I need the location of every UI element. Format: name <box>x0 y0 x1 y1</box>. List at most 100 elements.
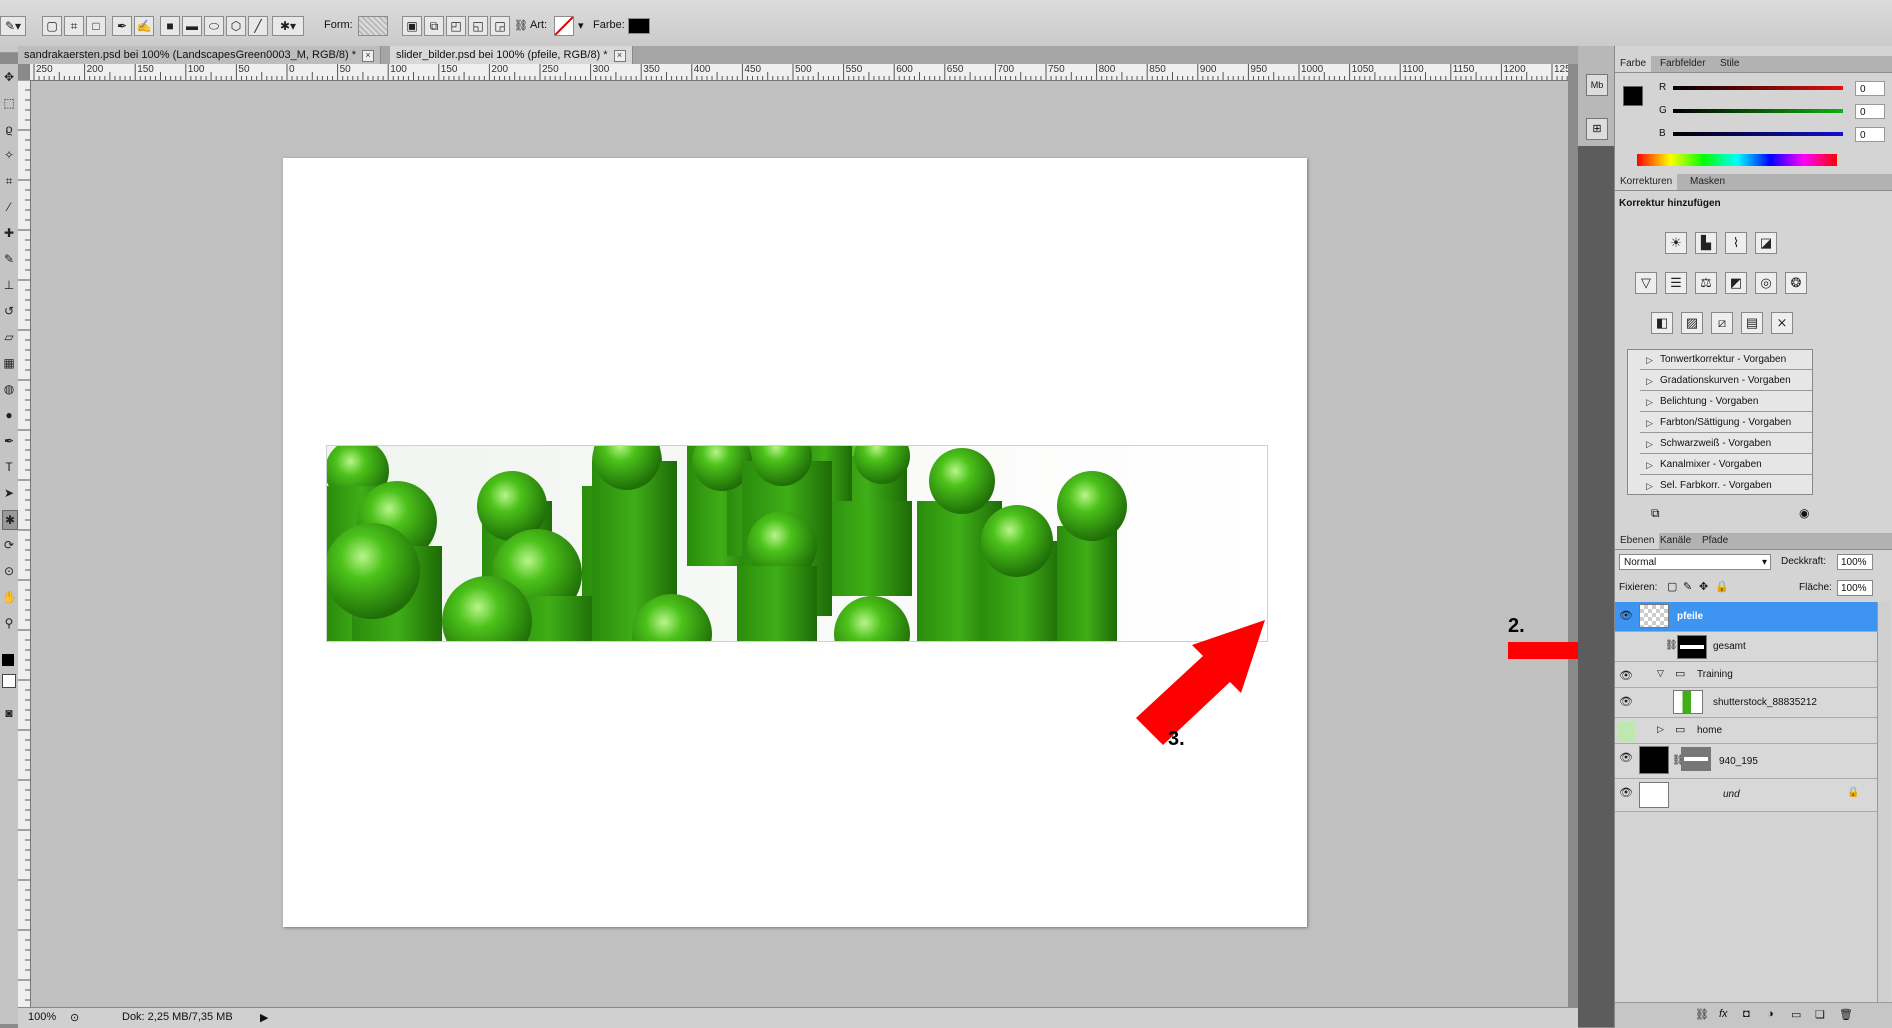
expand-icon[interactable]: ▷ <box>1646 476 1653 494</box>
eye-icon[interactable]: 👁 <box>1617 606 1635 626</box>
eye-icon[interactable] <box>1617 636 1635 656</box>
eye-icon[interactable]: 👁 <box>1617 666 1635 686</box>
expand-icon[interactable]: ▷ <box>1646 392 1653 412</box>
levels-icon[interactable]: ▙ <box>1695 232 1717 254</box>
ellipse-icon[interactable]: ⬭ <box>204 16 224 36</box>
tab-farbe[interactable]: Farbe <box>1615 56 1652 72</box>
expand-icon[interactable]: ▷ <box>1646 350 1653 370</box>
combine-new-icon[interactable]: ▣ <box>402 16 422 36</box>
expand-icon[interactable]: ▷ <box>1646 371 1653 391</box>
preset-item[interactable]: ▷ Kanalmixer - Vorgaben <box>1640 455 1812 475</box>
posterize-icon[interactable]: ▨ <box>1681 312 1703 334</box>
exposure-icon[interactable]: ◪ <box>1755 232 1777 254</box>
curves-icon[interactable]: ⌇ <box>1725 232 1747 254</box>
channel-r-slider[interactable] <box>1673 86 1843 90</box>
close-icon[interactable]: × <box>613 50 626 62</box>
type-tool-icon[interactable]: T <box>2 458 16 476</box>
expand-icon[interactable]: ▷ <box>1646 455 1653 475</box>
lock-position-icon[interactable]: ✥ <box>1699 580 1708 593</box>
lock-pixels-icon[interactable]: ✎ <box>1683 580 1692 593</box>
magic-wand-tool-icon[interactable]: ✧ <box>2 146 16 164</box>
channel-r-value[interactable]: 0 <box>1855 81 1885 96</box>
invert-icon[interactable]: ◧ <box>1651 312 1673 334</box>
dodge-tool-icon[interactable]: ● <box>2 406 16 424</box>
zoom-level[interactable]: 100% <box>28 1011 56 1023</box>
tab-masken[interactable]: Masken <box>1685 174 1730 190</box>
tab-stile[interactable]: Stile <box>1715 56 1744 72</box>
visibility-toggle-icon[interactable]: ◉ <box>1799 506 1809 520</box>
tab-korrekturen[interactable]: Korrekturen <box>1615 174 1678 190</box>
add-mask-icon[interactable]: ◘ <box>1743 1008 1750 1020</box>
lock-all-icon[interactable]: 🔒 <box>1715 580 1729 593</box>
history-icon[interactable]: ⊞ <box>1586 118 1608 140</box>
3d-rotate-tool-icon[interactable]: ⟳ <box>2 536 16 554</box>
lasso-tool-icon[interactable]: ϱ <box>2 120 16 138</box>
healing-tool-icon[interactable]: ✚ <box>2 224 16 242</box>
color-spectrum-bar[interactable] <box>1637 154 1837 166</box>
new-layer-icon[interactable]: ❏ <box>1815 1008 1825 1021</box>
hue-saturation-icon[interactable]: ☰ <box>1665 272 1687 294</box>
layer-row[interactable]: ⛓ gesamt <box>1615 632 1877 662</box>
eye-icon[interactable] <box>1617 722 1635 742</box>
link-icon[interactable]: ⛓ <box>514 19 528 32</box>
expand-icon[interactable]: ▷ <box>1646 434 1653 454</box>
history-brush-tool-icon[interactable]: ↺ <box>2 302 16 320</box>
preset-item[interactable]: ▷ Farbton/Sättigung - Vorgaben <box>1640 413 1812 433</box>
doc-tab-sandrakaersten[interactable]: sandrakaersten.psd bei 100% (LandscapesG… <box>18 46 382 64</box>
stamp-tool-icon[interactable]: ⊥ <box>2 276 16 294</box>
gradient-map-icon[interactable]: ▤ <box>1741 312 1763 334</box>
tab-kanaele[interactable]: Kanäle <box>1655 533 1696 549</box>
photo-filter-icon[interactable]: ◎ <box>1755 272 1777 294</box>
pen-icon[interactable]: ✒ <box>112 16 132 36</box>
shape-tool-icon[interactable]: ✱ <box>2 510 18 530</box>
vibrance-icon[interactable]: ▽ <box>1635 272 1657 294</box>
channel-b-value[interactable]: 0 <box>1855 127 1885 142</box>
threshold-icon[interactable]: ⧄ <box>1711 312 1733 334</box>
form-picker[interactable] <box>358 16 388 36</box>
tab-pfade[interactable]: Pfade <box>1697 533 1733 549</box>
channel-mixer-icon[interactable]: ❂ <box>1785 272 1807 294</box>
foreground-swatch[interactable] <box>1623 86 1643 106</box>
channel-g-value[interactable]: 0 <box>1855 104 1885 119</box>
pen-tool-icon[interactable]: ✒ <box>2 432 16 450</box>
preset-item[interactable]: ▷ Belichtung - Vorgaben <box>1640 392 1812 412</box>
preset-item[interactable]: ▷ Tonwertkorrektur - Vorgaben <box>1640 350 1812 370</box>
chain-link-icon[interactable]: ⛓ <box>1665 640 1678 651</box>
layer-row[interactable]: ▷ ▭ home <box>1615 718 1877 744</box>
layer-row[interactable]: 👁 ⛓ 940_195 <box>1615 744 1877 779</box>
shape-layers-icon[interactable]: ▢ <box>42 16 62 36</box>
tab-farbfelder[interactable]: Farbfelder <box>1655 56 1711 72</box>
layers-scrollbar[interactable] <box>1877 602 1890 1002</box>
close-icon[interactable]: × <box>362 50 375 62</box>
style-picker[interactable] <box>554 16 574 36</box>
expand-icon[interactable]: ▷ <box>1646 413 1653 433</box>
path-select-tool-icon[interactable]: ➤ <box>2 484 16 502</box>
status-icon[interactable]: ⊙ <box>70 1011 79 1024</box>
doc-tab-slider-bilder[interactable]: slider_bilder.psd bei 100% (pfeile, RGB/… <box>390 46 633 64</box>
blend-mode-select[interactable]: Normal ▾ <box>1619 554 1771 570</box>
eyedropper-tool-icon[interactable]: ⁄ <box>2 198 16 216</box>
preset-item[interactable]: ▷ Sel. Farbkorr. - Vorgaben <box>1640 476 1812 494</box>
foreground-color-icon[interactable] <box>2 654 14 666</box>
new-group-icon[interactable]: ▭ <box>1791 1008 1801 1021</box>
blur-tool-icon[interactable]: ◍ <box>2 380 16 398</box>
line-icon[interactable]: ╱ <box>248 16 268 36</box>
collapse-icon[interactable]: ▽ <box>1657 668 1664 679</box>
3d-camera-tool-icon[interactable]: ⊙ <box>2 562 16 580</box>
trash-icon[interactable]: 🗑 <box>1839 1008 1853 1021</box>
link-layers-icon[interactable]: ⛓ <box>1695 1008 1709 1021</box>
eraser-tool-icon[interactable]: ▱ <box>2 328 16 346</box>
polygon-icon[interactable]: ⬡ <box>226 16 246 36</box>
clip-to-layer-icon[interactable]: ⧉ <box>1651 506 1660 521</box>
lock-transparency-icon[interactable]: ▢ <box>1667 580 1677 593</box>
status-menu-icon[interactable]: ▶ <box>260 1011 268 1024</box>
layer-row[interactable]: 👁 ▽ ▭ Training <box>1615 662 1877 688</box>
mini-bridge-icon[interactable]: Mb <box>1586 74 1608 96</box>
color-swatch[interactable] <box>628 18 650 34</box>
dropdown-arrow-icon[interactable]: ▾ <box>578 19 584 32</box>
freeform-pen-icon[interactable]: ✍ <box>134 16 154 36</box>
eye-icon[interactable]: 👁 <box>1617 748 1635 768</box>
selective-color-icon[interactable]: ⨯ <box>1771 312 1793 334</box>
custom-shape-icon[interactable]: ✱▾ <box>272 16 304 36</box>
tool-preset-picker[interactable]: ✎▾ <box>0 16 26 36</box>
